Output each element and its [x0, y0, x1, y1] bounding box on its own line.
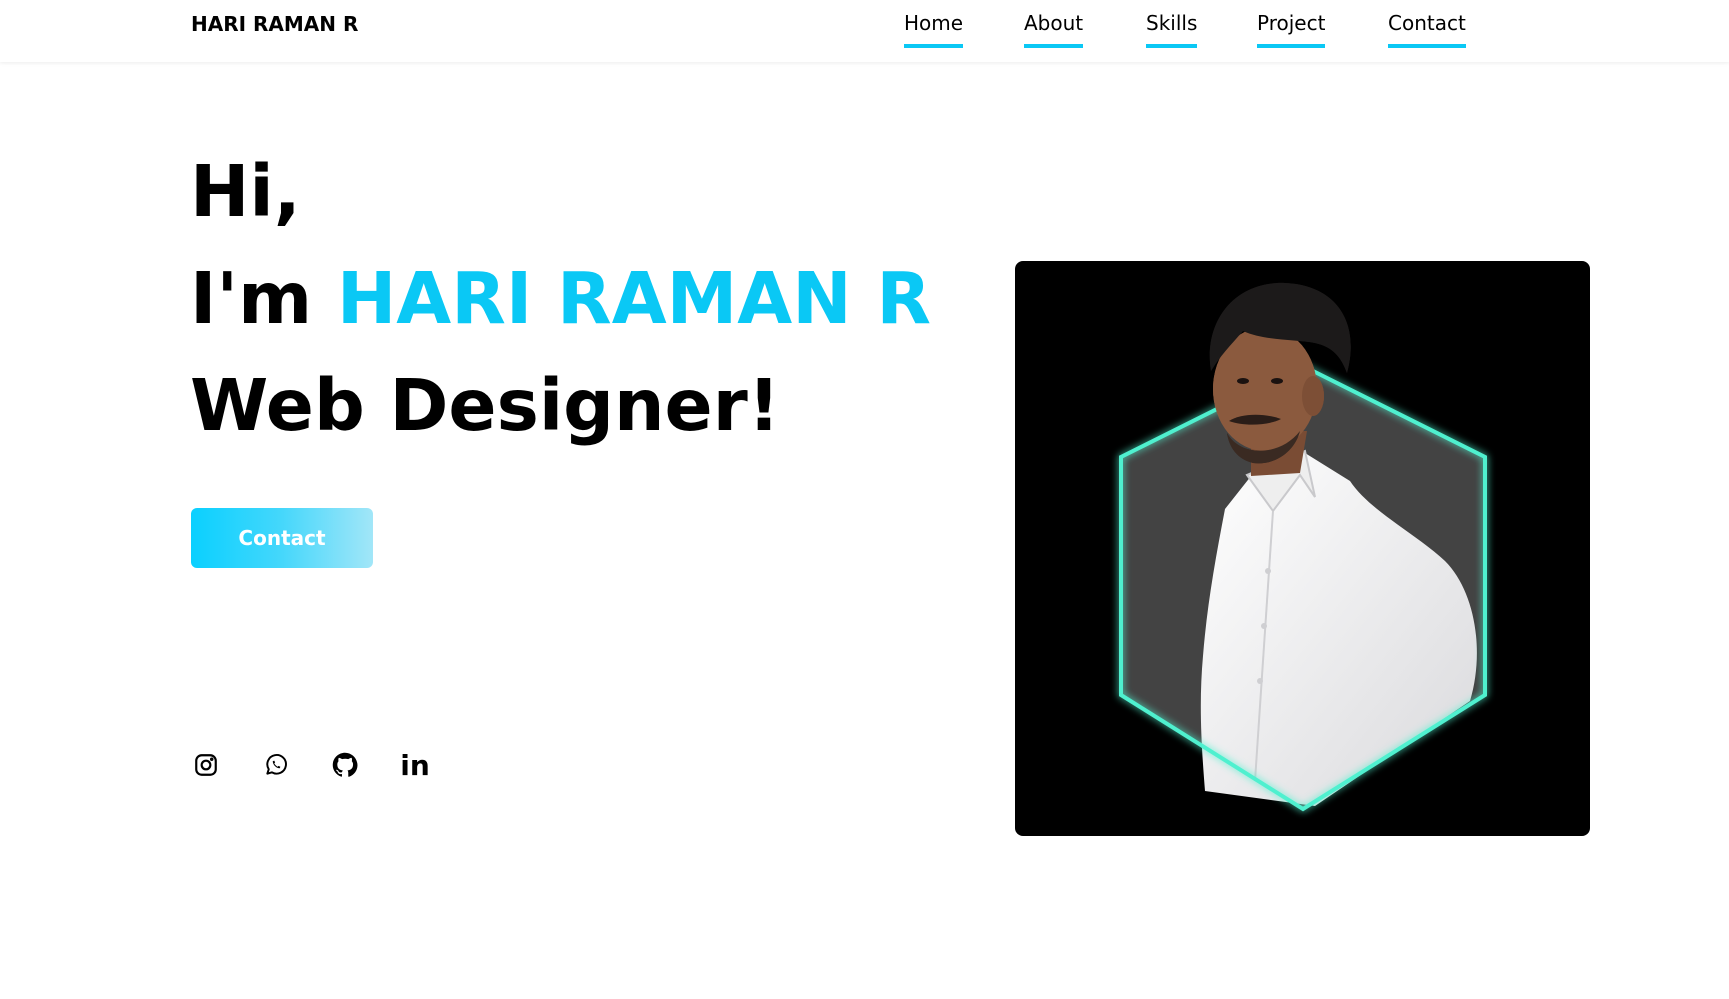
linkedin-link[interactable]: in [398, 748, 432, 782]
linkedin-icon: in [400, 748, 430, 782]
nav-project[interactable]: Project [1257, 10, 1326, 48]
contact-button[interactable]: Contact [191, 508, 373, 568]
nav-skills[interactable]: Skills [1146, 10, 1198, 48]
instagram-link[interactable] [189, 748, 223, 782]
profile-photo-card [1015, 261, 1590, 836]
hero-role: Web Designer! [190, 364, 781, 447]
main-nav: Home About Skills Project Contact [0, 0, 1729, 62]
hero-name: HARI RAMAN R [336, 257, 932, 340]
github-link[interactable] [328, 748, 362, 782]
github-icon [332, 752, 358, 777]
hero-greeting: Hi, [190, 150, 301, 233]
hero-intro: I'm HARI RAMAN R [190, 259, 931, 339]
nav-home[interactable]: Home [904, 10, 964, 48]
site-header: HARI RAMAN R Home About Skills Project C… [0, 0, 1729, 62]
whatsapp-icon [266, 754, 287, 775]
nav-about[interactable]: About [1024, 10, 1084, 48]
instagram-icon [195, 754, 217, 776]
nav-contact[interactable]: Contact [1388, 10, 1466, 48]
profile-photo [1119, 282, 1487, 812]
whatsapp-link[interactable] [259, 748, 293, 782]
hero-intro-prefix: I'm [190, 257, 313, 340]
